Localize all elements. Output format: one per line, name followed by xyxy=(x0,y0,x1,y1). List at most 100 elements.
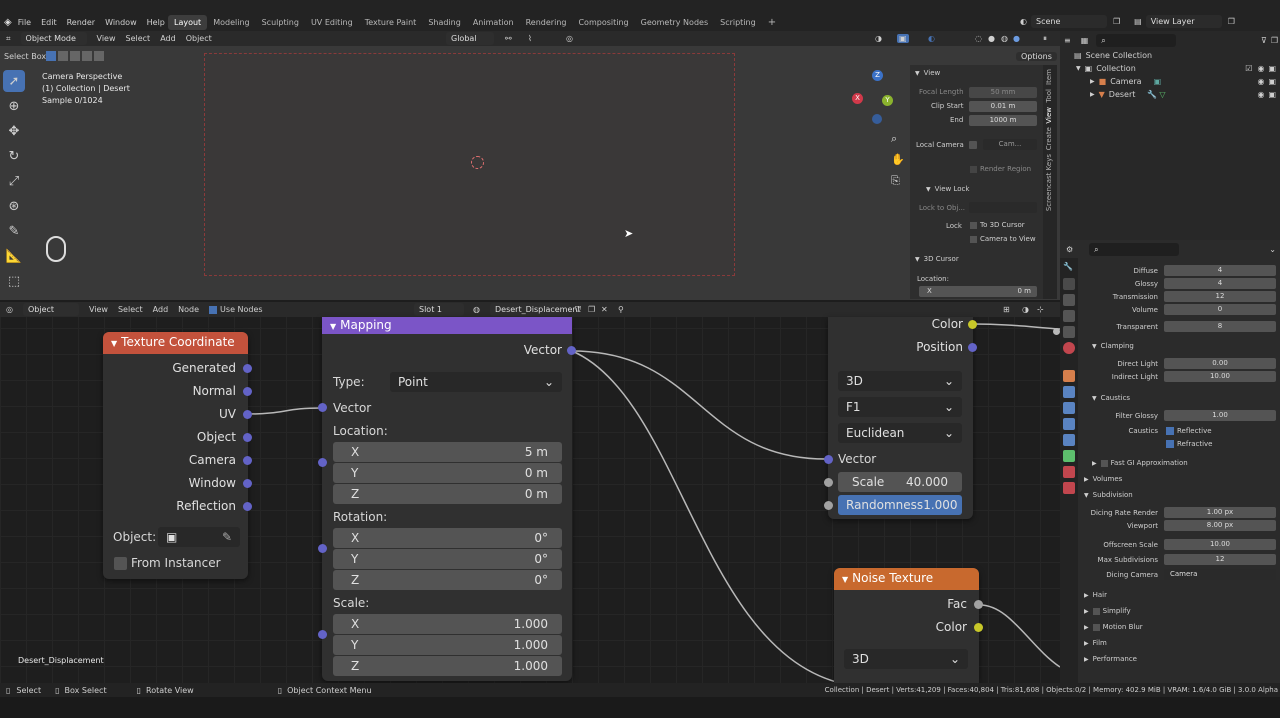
tab-view[interactable]: View xyxy=(1045,107,1053,124)
voronoi-feature-dropdown[interactable]: F1 ⌄ xyxy=(838,397,962,417)
display-mode-icon[interactable]: ▦ xyxy=(1081,36,1089,45)
transform-tool-icon[interactable]: ⊛ xyxy=(3,195,25,217)
menu-edit[interactable]: Edit xyxy=(41,18,57,27)
noise-fac-socket[interactable] xyxy=(974,600,983,609)
view-panel-header[interactable]: ▼ View xyxy=(915,69,940,77)
node-menu-view[interactable]: View xyxy=(89,305,108,314)
overlay-icon[interactable]: ◑ xyxy=(875,34,882,43)
window-socket[interactable] xyxy=(243,479,252,488)
visibility-eye-icon[interactable]: ◉ xyxy=(1257,90,1264,99)
camera-render-icon[interactable]: ▣ xyxy=(1268,64,1276,73)
voronoi-scale-field[interactable]: Scale 40.000 xyxy=(838,472,962,492)
generated-socket[interactable] xyxy=(243,364,252,373)
noise-texture-header[interactable]: ▼ Noise Texture xyxy=(834,568,979,590)
rotation-x-field[interactable]: X 0° xyxy=(333,528,562,548)
reflective-checkbox[interactable] xyxy=(1166,426,1174,435)
uv-socket[interactable] xyxy=(243,410,252,419)
menu-help[interactable]: Help xyxy=(147,18,165,27)
tab-geometry-nodes[interactable]: Geometry Nodes xyxy=(635,15,714,30)
scale-z-field[interactable]: Z 1.000 xyxy=(333,656,562,676)
tab-item[interactable]: Item xyxy=(1045,69,1053,85)
physics-tab-icon[interactable] xyxy=(1063,418,1075,430)
vp-menu-add[interactable]: Add xyxy=(160,34,176,43)
focal-length-field[interactable]: 50 mm xyxy=(969,87,1037,98)
diffuse-field[interactable]: 4 xyxy=(1164,265,1276,276)
film-header[interactable]: ▶ Film xyxy=(1082,635,1278,651)
voronoi-vector-socket[interactable] xyxy=(824,455,833,464)
proportional-icon[interactable]: ◎ xyxy=(566,34,573,43)
voronoi-color-socket[interactable] xyxy=(968,320,977,329)
node-menu-node[interactable]: Node xyxy=(178,305,199,314)
cursor-x-field[interactable]: X 0 m xyxy=(919,286,1037,297)
tab-animation[interactable]: Animation xyxy=(467,15,520,30)
noise-texture-node[interactable]: ▼ Noise Texture Fac Color 3D ⌄ xyxy=(834,568,983,683)
tab-shading[interactable]: Shading xyxy=(422,15,467,30)
rendered-shading-icon[interactable]: ● xyxy=(1013,34,1020,43)
glossy-field[interactable]: 4 xyxy=(1164,278,1276,289)
viewport-field[interactable]: 8.00 px xyxy=(1164,520,1276,531)
add-workspace-icon[interactable]: + xyxy=(762,14,782,31)
x-axis-icon[interactable]: X xyxy=(852,93,863,104)
properties-search-input[interactable]: ⌕ xyxy=(1089,243,1180,256)
voronoi-position-socket[interactable] xyxy=(968,343,977,352)
editor-type-icon[interactable]: ⌗ xyxy=(6,34,11,44)
tab-create[interactable]: Create xyxy=(1045,127,1053,150)
vp-menu-view[interactable]: View xyxy=(97,34,116,43)
constraints-tab-icon[interactable] xyxy=(1063,434,1075,446)
camera-data-icon[interactable]: ▣ xyxy=(1154,77,1162,86)
move-tool-icon[interactable]: ✥ xyxy=(3,120,25,142)
neg-z-axis-icon[interactable] xyxy=(872,114,882,124)
node-menu-select[interactable]: Select xyxy=(118,305,143,314)
caustics-header[interactable]: ▼ Caustics xyxy=(1082,391,1278,405)
3d-cursor-header[interactable]: ▼ 3D Cursor xyxy=(915,255,959,263)
voronoi-randomness-socket[interactable] xyxy=(824,501,833,510)
fake-user-icon[interactable]: ⛉ xyxy=(575,305,581,315)
transparent-field[interactable]: 8 xyxy=(1164,321,1276,332)
node-view-icon[interactable]: ⊹ xyxy=(1037,305,1044,314)
rotation-z-field[interactable]: Z 0° xyxy=(333,570,562,590)
use-nodes-checkbox[interactable] xyxy=(209,305,218,314)
zoom-icon[interactable]: ⌕ xyxy=(891,128,905,149)
transmission-field[interactable]: 12 xyxy=(1164,291,1276,302)
scene-tab-icon[interactable] xyxy=(1063,326,1075,338)
new-collection-icon[interactable]: ❐ xyxy=(1271,36,1278,45)
modifier-tab-icon[interactable] xyxy=(1063,386,1075,398)
new-scene-icon[interactable]: ❐ xyxy=(1113,17,1120,26)
particles-tab-icon[interactable] xyxy=(1063,402,1075,414)
collection-row[interactable]: ▼ ▣ Collection ☑ ◉ ▣ xyxy=(1076,64,1276,73)
material-shading-icon[interactable]: ◍ xyxy=(1001,34,1008,43)
tab-texture-paint[interactable]: Texture Paint xyxy=(359,15,423,30)
volumes-header[interactable]: ▶ Volumes xyxy=(1082,472,1278,486)
mapping-vector-in-socket[interactable] xyxy=(318,403,327,412)
clip-start-field[interactable]: 0.01 m xyxy=(969,101,1037,112)
z-axis-icon[interactable]: Z xyxy=(872,70,883,81)
direct-light-field[interactable]: 0.00 xyxy=(1164,358,1276,369)
max-subdivisions-field[interactable]: 12 xyxy=(1164,554,1276,565)
simplify-checkbox[interactable] xyxy=(1092,607,1100,615)
mapping-vector-out-socket[interactable] xyxy=(567,346,576,355)
tab-screencast-keys[interactable]: Screencast Keys xyxy=(1045,154,1053,211)
visibility-eye-icon[interactable]: ◉ xyxy=(1257,64,1264,73)
rotation-y-field[interactable]: Y 0° xyxy=(333,549,562,569)
shader-type-dropdown[interactable]: Object xyxy=(22,303,79,316)
mode-dropdown[interactable]: Object Mode xyxy=(20,32,87,45)
modifier-icon[interactable]: 🔧 xyxy=(1147,90,1157,99)
collapse-icon[interactable]: ▼ xyxy=(842,575,848,584)
hair-header[interactable]: ▶ Hair xyxy=(1082,587,1278,603)
menu-file[interactable]: File xyxy=(18,18,31,27)
world-tab-icon[interactable] xyxy=(1063,342,1075,354)
voronoi-texture-node[interactable]: Color Position 3D ⌄ F1 ⌄ Euclidean ⌄ Vector… xyxy=(824,317,977,519)
rotate-tool-icon[interactable]: ↻ xyxy=(3,145,25,167)
pause-icon[interactable]: ⏸ xyxy=(1043,34,1047,44)
scene-field[interactable]: Scene xyxy=(1030,14,1107,28)
select-intersect-icon[interactable] xyxy=(94,51,104,61)
vp-menu-object[interactable]: Object xyxy=(186,34,212,43)
dicing-rate-field[interactable]: 1.00 px xyxy=(1164,507,1276,518)
vp-menu-select[interactable]: Select xyxy=(126,34,151,43)
outliner-item-camera[interactable]: ▶ ■ Camera ▣ ◉ ▣ xyxy=(1090,77,1276,86)
filter-glossy-field[interactable]: 1.00 xyxy=(1164,410,1276,421)
properties-type-icon[interactable]: ⚙ xyxy=(1066,245,1073,254)
mapping-header[interactable]: ▼ Mapping xyxy=(322,317,572,334)
camera-view-icon[interactable]: ⎘ xyxy=(891,170,905,191)
tab-compositing[interactable]: Compositing xyxy=(572,15,634,30)
